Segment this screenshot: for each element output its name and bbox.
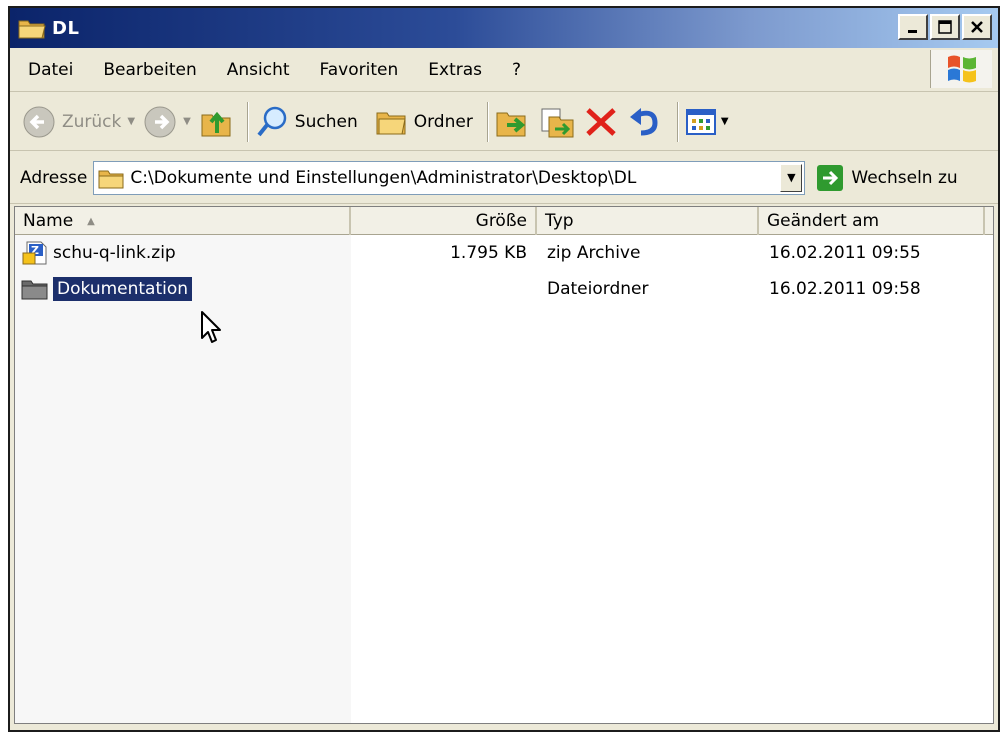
title-bar[interactable]: DL (10, 8, 998, 48)
close-button[interactable] (962, 14, 992, 40)
list-header: Name ▲ Größe Typ Geändert am (15, 207, 993, 235)
column-type-label: Typ (545, 211, 574, 231)
maximize-icon (938, 20, 952, 34)
list-item[interactable]: Z schu-q-link.zip 1.795 KB zip Archive 1… (15, 237, 993, 269)
explorer-window: DL Datei Bearbeiten Ansicht Favoriten Ex… (8, 6, 1000, 732)
column-date-label: Geändert am (767, 211, 880, 231)
address-input[interactable]: C:\Dokumente und Einstellungen\Administr… (93, 160, 806, 195)
maximize-button[interactable] (930, 14, 960, 40)
menu-favorites[interactable]: Favoriten (316, 58, 403, 82)
zip-file-icon: Z (21, 241, 49, 265)
file-name-cell: Dokumentation (15, 277, 351, 301)
folder-up-icon (201, 111, 231, 136)
back-arrow-icon (23, 106, 55, 137)
list-item[interactable]: Dokumentation Dateiordner 16.02.2011 09:… (15, 273, 993, 305)
window-title: DL (52, 17, 80, 39)
go-button[interactable]: Wechseln zu (817, 164, 958, 191)
menu-view[interactable]: Ansicht (223, 58, 294, 82)
search-label: Suchen (294, 111, 358, 132)
folders-icon (376, 112, 406, 134)
search-button[interactable]: Suchen (255, 105, 358, 139)
menu-file[interactable]: Datei (24, 58, 77, 82)
file-name-cell: Z schu-q-link.zip (15, 241, 351, 265)
column-header-size[interactable]: Größe (351, 207, 537, 235)
back-button[interactable]: Zurück ▼ (22, 105, 135, 139)
folders-button[interactable]: Ordner (374, 105, 473, 139)
column-header-date[interactable]: Geändert am (759, 207, 985, 235)
folder-open-icon (18, 17, 46, 39)
search-icon (257, 106, 287, 136)
sort-ascending-icon: ▲ (87, 215, 95, 227)
views-button[interactable]: ▼ (685, 107, 729, 137)
menu-edit[interactable]: Bearbeiten (99, 58, 200, 82)
sorted-column-background (15, 235, 351, 723)
menu-bar: Datei Bearbeiten Ansicht Favoriten Extra… (10, 48, 998, 92)
file-name: schu-q-link.zip (53, 243, 176, 263)
forward-dropdown-icon[interactable]: ▼ (183, 116, 191, 127)
back-label: Zurück (62, 111, 122, 132)
file-size: 1.795 KB (450, 243, 527, 263)
file-name: Dokumentation (53, 277, 193, 301)
file-list[interactable]: Name ▲ Größe Typ Geändert am Z schu-q-li… (14, 206, 994, 724)
menu-tools[interactable]: Extras (424, 58, 486, 82)
back-dropdown-icon[interactable]: ▼ (127, 116, 135, 127)
windows-logo-icon (930, 50, 992, 88)
minimize-icon (908, 30, 917, 33)
delete-icon (586, 107, 616, 136)
copy-to-icon (541, 108, 574, 137)
views-icon (685, 108, 716, 135)
forward-button[interactable]: ▼ (143, 105, 191, 139)
move-to-icon (496, 112, 526, 136)
address-dropdown-button[interactable]: ▼ (780, 163, 803, 192)
toolbar-separator (246, 101, 249, 142)
column-header-type[interactable]: Typ (537, 207, 759, 235)
column-header-name[interactable]: Name ▲ (15, 207, 351, 235)
delete-button[interactable] (583, 105, 619, 139)
folder-icon (98, 170, 124, 188)
undo-button[interactable] (627, 105, 663, 139)
toolbar-separator (486, 101, 489, 142)
address-path: C:\Dokumente und Einstellungen\Administr… (130, 167, 637, 188)
file-date: 16.02.2011 09:58 (769, 279, 921, 299)
file-type: zip Archive (547, 243, 641, 263)
file-date: 16.02.2011 09:55 (769, 243, 921, 263)
mouse-cursor-icon (201, 311, 221, 343)
go-label: Wechseln zu (851, 167, 958, 188)
up-folder-button[interactable] (199, 105, 233, 139)
close-icon (971, 21, 983, 33)
minimize-button[interactable] (898, 14, 928, 40)
file-type: Dateiordner (547, 279, 649, 299)
address-bar: Adresse C:\Dokumente und Einstellungen\A… (10, 152, 998, 204)
copy-to-button[interactable] (539, 105, 575, 139)
views-dropdown-icon[interactable]: ▼ (721, 116, 729, 127)
address-label: Adresse (20, 167, 88, 188)
move-to-button[interactable] (495, 105, 531, 139)
chevron-down-icon: ▼ (787, 171, 796, 184)
toolbar: Zurück ▼ ▼ Suchen Ordner ▼ (10, 93, 998, 151)
folders-label: Ordner (413, 111, 473, 132)
column-size-label: Größe (475, 211, 527, 231)
toolbar-separator (676, 101, 679, 142)
folder-icon (21, 277, 49, 301)
go-arrow-icon (817, 164, 844, 191)
undo-icon (629, 107, 658, 135)
column-name-label: Name (23, 211, 74, 231)
forward-arrow-icon (144, 106, 176, 137)
menu-help[interactable]: ? (508, 58, 525, 82)
